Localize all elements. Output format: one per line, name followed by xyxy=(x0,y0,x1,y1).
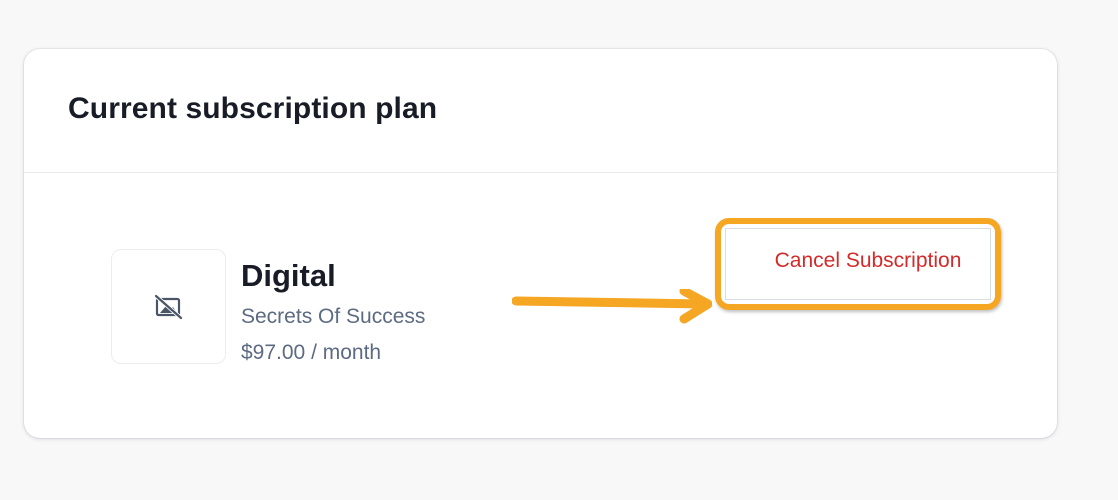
plan-name: Digital xyxy=(241,258,336,293)
cancel-subscription-button[interactable]: Cancel Subscription xyxy=(725,228,991,300)
image-off-icon xyxy=(154,293,184,320)
subscription-card: Current subscription plan Digital Secret… xyxy=(24,49,1057,438)
plan-price: $97.00 / month xyxy=(241,341,382,364)
plan-product-name: Secrets Of Success xyxy=(241,305,426,328)
card-header: Current subscription plan xyxy=(24,49,1057,173)
arrow-right-icon xyxy=(511,286,713,334)
card-title: Current subscription plan xyxy=(68,92,438,125)
plan-thumbnail xyxy=(111,249,226,364)
